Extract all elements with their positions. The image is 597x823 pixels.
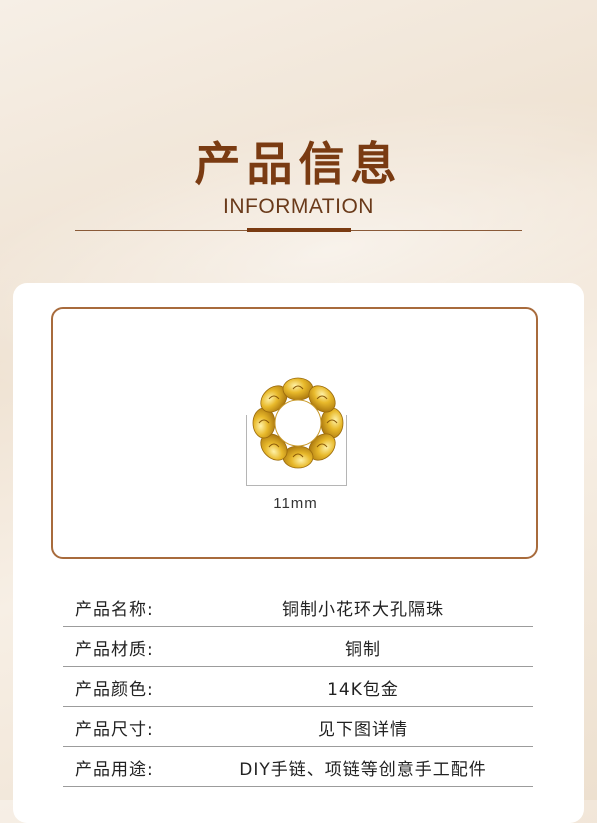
spec-value: 铜制 <box>345 640 381 660</box>
product-photo-frame: 11mm <box>51 307 538 559</box>
section-header: 产品信息 INFORMATION <box>0 0 597 260</box>
dimension-bracket <box>246 415 347 486</box>
spec-label: 产品颜色: <box>75 680 154 700</box>
section-title: 产品信息 <box>194 137 403 191</box>
spec-label: 产品材质: <box>75 640 154 660</box>
product-info-card: 11mm 产品名称: 铜制小花环大孔隔珠 产品材质: 铜制 产品颜色: 14K包… <box>13 283 584 823</box>
spec-label: 产品用途: <box>75 760 154 780</box>
section-subtitle: INFORMATION <box>223 195 374 218</box>
spec-value: 见下图详情 <box>318 720 408 740</box>
spec-row-usage: 产品用途: DIY手链、项链等创意手工配件 <box>63 747 533 787</box>
spec-value: 铜制小花环大孔隔珠 <box>282 600 444 620</box>
spec-value: 14K包金 <box>327 680 399 700</box>
spec-table: 产品名称: 铜制小花环大孔隔珠 产品材质: 铜制 产品颜色: 14K包金 产品尺… <box>63 587 533 787</box>
spec-label: 产品名称: <box>75 600 154 620</box>
spec-row-name: 产品名称: 铜制小花环大孔隔珠 <box>63 587 533 627</box>
ring-petal <box>282 377 314 401</box>
spec-row-color: 产品颜色: 14K包金 <box>63 667 533 707</box>
spec-row-material: 产品材质: 铜制 <box>63 627 533 667</box>
spec-label: 产品尺寸: <box>75 720 154 740</box>
divider-accent <box>247 228 351 232</box>
spec-value: DIY手链、项链等创意手工配件 <box>239 760 487 780</box>
dimension-label: 11mm <box>273 495 318 512</box>
spec-row-size: 产品尺寸: 见下图详情 <box>63 707 533 747</box>
